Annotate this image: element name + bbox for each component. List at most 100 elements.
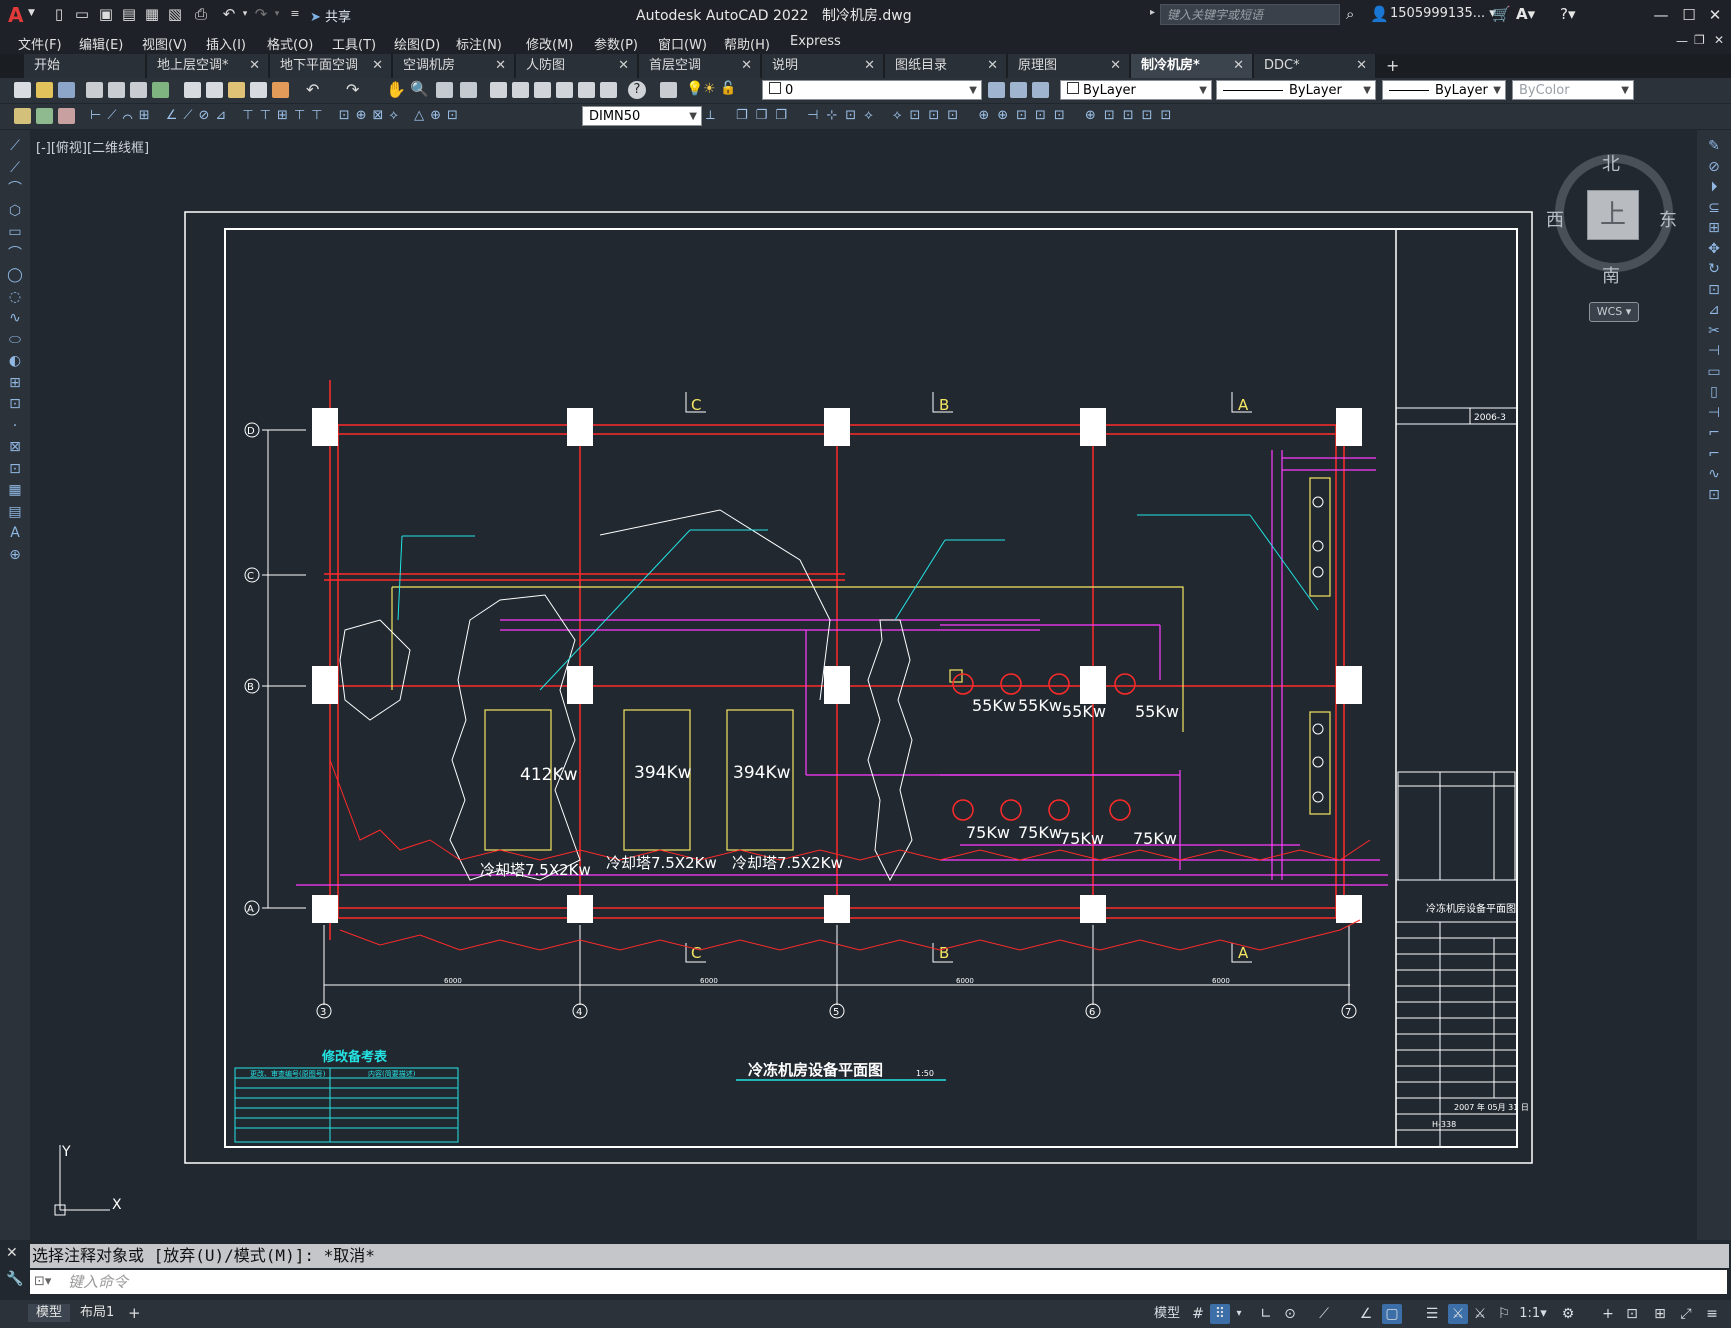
print-icon[interactable]: ⎙ [192,5,210,23]
dimension-tools-icons[interactable]: ⊢⟋⌒⊞ ∠⟋⊘⊿ ⊤⊤⊞⊤⊤ ⊡⊕⊠⟡ △⊕⊡ [90,108,464,123]
save-icon[interactable] [58,82,75,98]
new-tab-button[interactable]: + [1386,56,1399,75]
layer-properties-icon[interactable] [660,82,677,98]
open-icon[interactable] [36,82,53,98]
tool-icon[interactable] [14,108,31,124]
layer-state-icon[interactable] [1032,82,1049,98]
menu-tools[interactable]: 工具(T) [332,34,376,53]
command-input[interactable]: ⊡▾ 键入命令 [30,1270,1727,1294]
menu-modify[interactable]: 修改(M) [526,34,573,53]
drawing-area[interactable]: 2006-3 冷冻机房设备平面图 2007 年 05月 31 日 H-338 D… [30,130,1697,1240]
viewport-controls-label[interactable]: [-][俯视][二维线框] [36,137,149,156]
modify-tools-icons[interactable]: ❐❐❐ ⊣⊹⊡⟡ ⟡⊡⊡⊡ ⊕⊕⊡⊡⊡ ⊕⊡⊡⊡⊡ [736,108,1179,123]
quick-properties-icon[interactable]: ⊞ [1650,1304,1670,1324]
make-current-layer-icon[interactable] [988,82,1005,98]
tab-file[interactable]: 地下平面空调 ✕ [270,54,392,78]
new-file-icon[interactable]: ▯ [50,5,68,23]
save-icon[interactable]: ▣ [97,5,115,23]
paste-icon[interactable] [228,82,245,98]
menu-parametric[interactable]: 参数(P) [594,34,638,53]
add-icon[interactable]: + [1598,1304,1618,1324]
command-customize-icon[interactable]: 🔧 [6,1271,23,1287]
compass-east[interactable]: 东 [1659,206,1677,232]
add-layout-icon[interactable]: + [128,1304,141,1322]
properties-icon[interactable] [490,82,507,98]
undo-icon[interactable]: ↶ [306,80,319,99]
close-window-button[interactable]: ✕ [1704,4,1726,26]
doc-restore-button[interactable]: ❐ [1694,33,1705,47]
osnap-icon[interactable]: ▢ [1382,1304,1402,1324]
annotation-scale-icon[interactable]: ⚐ [1494,1304,1514,1324]
menu-insert[interactable]: 插入(I) [206,34,246,53]
help-icon[interactable]: ? [628,81,646,99]
autoscale-icon[interactable]: ⚔ [1470,1304,1490,1324]
close-tab-icon[interactable]: ✕ [1233,54,1244,78]
compass-north[interactable]: 北 [1602,150,1620,176]
close-tab-icon[interactable]: ✕ [987,54,998,78]
markup-icon[interactable] [578,82,595,98]
customize-qat-icon[interactable]: ≡ [286,5,304,23]
menu-help[interactable]: 帮助(H) [724,34,770,53]
tab-file-active[interactable]: 制冷机房* ✕ [1131,54,1253,78]
help-icon[interactable]: ?▾ [1560,5,1576,23]
zoom-previous-icon[interactable] [460,82,477,98]
doc-minimize-button[interactable]: — [1676,34,1688,48]
menu-draw[interactable]: 绘图(D) [394,34,440,53]
lineweight-select[interactable]: ByLayer ▼ [1382,80,1506,100]
annotation-scale-value[interactable]: 1:1▾ [1518,1304,1548,1324]
redo-icon[interactable]: ↷ [346,80,359,99]
close-tab-icon[interactable]: ✕ [741,54,752,78]
polar-icon[interactable]: ⊙ [1280,1304,1300,1324]
tab-file[interactable]: DDC* ✕ [1254,54,1376,78]
snap-dropdown-icon[interactable]: ▾ [1232,1304,1246,1324]
copy-icon[interactable] [206,82,223,98]
plot-preview-icon[interactable]: ▧ [166,5,184,23]
tab-file[interactable]: 首层空调 ✕ [639,54,761,78]
new-icon[interactable] [14,82,31,98]
calculator-icon[interactable] [600,82,617,98]
layer-previous-icon[interactable] [1010,82,1027,98]
close-tab-icon[interactable]: ✕ [1110,54,1121,78]
tab-file[interactable]: 原理图 ✕ [1008,54,1130,78]
lineweight-icon[interactable]: ☰ [1422,1304,1442,1324]
autocad-logo-icon[interactable]: A [8,3,23,27]
app-menu-chevron-icon[interactable]: ▼ [28,8,35,18]
tab-file[interactable]: 空调机房 ✕ [393,54,515,78]
tab-file[interactable]: 图纸目录 ✕ [885,54,1007,78]
cut-icon[interactable] [184,82,201,98]
close-tab-icon[interactable]: ✕ [1356,54,1367,78]
modify-tools-icons[interactable]: ✎ ⊘ ⏵ ⊆ ⊞ ✥ ↻ ⊡ ⊿ ✂ ⊣ ▭ ▯ ⊣ ⌐ ⌐ ∿ ⊡ [1703,136,1725,536]
command-recent-icon[interactable]: ⊡▾ [34,1270,51,1294]
redo-dropdown-icon[interactable]: ▾ [268,5,286,23]
design-center-icon[interactable] [512,82,529,98]
osnap-tracking-icon[interactable]: ∠ [1356,1304,1376,1324]
publish-icon[interactable]: ▦ [143,5,161,23]
close-tab-icon[interactable]: ✕ [864,54,875,78]
layer-lock-icon[interactable]: 🔓 [720,81,736,96]
linetype-select[interactable]: ByLayer ▼ [1216,80,1376,100]
zoom-window-icon[interactable] [436,82,453,98]
tool-icon[interactable] [58,108,75,124]
user-icon[interactable]: 👤 [1370,5,1389,23]
wcs-menu[interactable]: WCS ▾ [1589,302,1639,322]
compass-west[interactable]: 西 [1546,206,1564,232]
workspace-gear-icon[interactable]: ⚙ [1558,1304,1578,1324]
tab-file[interactable]: 说明 ✕ [762,54,884,78]
tab-file[interactable]: 人防图 ✕ [516,54,638,78]
open-file-icon[interactable]: ▭ [73,5,91,23]
search-expand-icon[interactable]: ▸ [1150,7,1155,18]
plot-icon[interactable] [86,82,103,98]
viewcube-top-face[interactable]: 上 [1587,190,1639,240]
tool-icon[interactable] [36,108,53,124]
close-tab-icon[interactable]: ✕ [495,54,506,78]
tool-palettes-icon[interactable] [534,82,551,98]
cart-icon[interactable]: 🛒 [1492,5,1511,23]
layout-tab-model[interactable]: 模型 [28,1304,71,1322]
menu-format[interactable]: 格式(O) [267,34,313,53]
command-close-icon[interactable]: ✕ [6,1245,18,1261]
isodraft-icon[interactable]: ⟋ [1314,1304,1334,1324]
sheet-set-icon[interactable] [556,82,573,98]
units-icon[interactable]: ⊡ [1622,1304,1642,1324]
layer-on-icon[interactable]: 💡 [686,81,703,97]
fullscreen-icon[interactable]: ⤢ [1676,1304,1696,1324]
